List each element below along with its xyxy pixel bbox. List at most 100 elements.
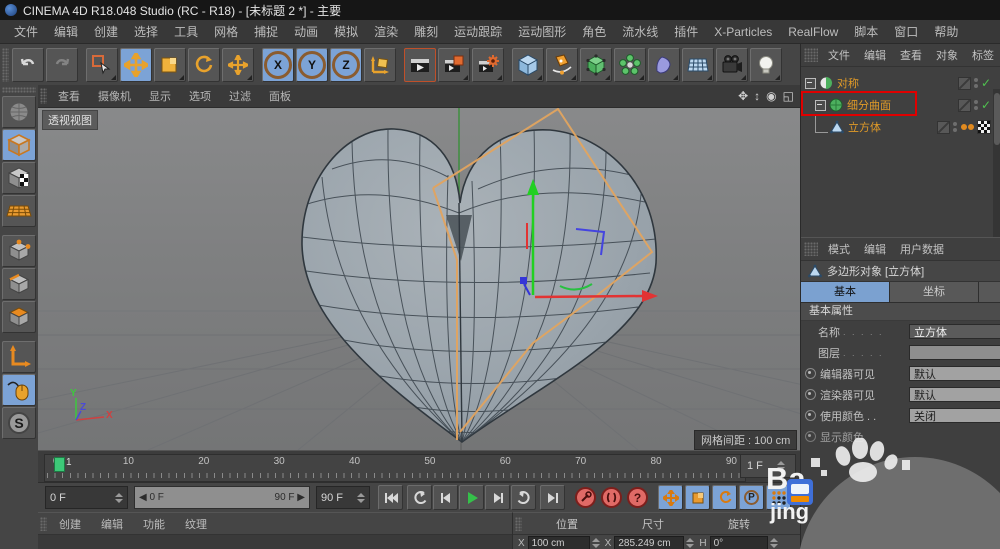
om-menu-item[interactable]: 编辑 bbox=[857, 47, 893, 63]
render-view-button[interactable] bbox=[404, 48, 436, 82]
object-manager-drag-handle[interactable] bbox=[804, 48, 818, 62]
material-menu-item[interactable]: 纹理 bbox=[175, 516, 217, 532]
enable-axis-button[interactable] bbox=[2, 341, 36, 373]
next-frame-button[interactable] bbox=[485, 485, 510, 510]
mograph-generators-button[interactable] bbox=[614, 48, 646, 82]
axis-lock-z-button[interactable]: Z bbox=[330, 48, 362, 82]
render-settings-button[interactable] bbox=[472, 48, 504, 82]
size-x-field[interactable]: 285.249 cm bbox=[614, 536, 684, 549]
viewport-menu-item[interactable]: 面板 bbox=[260, 88, 300, 104]
live-selection-tool[interactable] bbox=[86, 48, 118, 82]
object-name[interactable]: 对称 bbox=[837, 75, 859, 91]
scale-tool[interactable] bbox=[154, 48, 186, 82]
menu-item[interactable]: X-Particles bbox=[706, 25, 780, 39]
layer-icon[interactable] bbox=[937, 121, 950, 134]
key-radio[interactable] bbox=[805, 368, 816, 379]
object-tree-scrollbar[interactable] bbox=[993, 89, 1000, 237]
axis-lock-y-button[interactable]: Y bbox=[296, 48, 328, 82]
visibility-dots[interactable] bbox=[974, 78, 978, 88]
expand-toggle[interactable] bbox=[805, 78, 816, 89]
edges-mode-button[interactable] bbox=[2, 268, 36, 300]
viewport-menu-item[interactable]: 显示 bbox=[140, 88, 180, 104]
goto-next-key-button[interactable] bbox=[511, 485, 536, 510]
object-row-symmetry[interactable]: 对称 ✓ bbox=[801, 73, 1000, 93]
menu-item[interactable]: 插件 bbox=[666, 23, 706, 40]
viewport-rotate-icon[interactable]: ◉ bbox=[766, 89, 776, 103]
key-scale-button[interactable] bbox=[685, 485, 710, 510]
viewport-menu-item[interactable]: 选项 bbox=[180, 88, 220, 104]
viewport-toggle-layout-icon[interactable]: ◱ bbox=[783, 89, 794, 103]
viewport-pan-icon[interactable]: ✥ bbox=[738, 89, 748, 103]
material-menu-item[interactable]: 功能 bbox=[133, 516, 175, 532]
camera-button[interactable] bbox=[716, 48, 748, 82]
subdivision-surface-button[interactable] bbox=[580, 48, 612, 82]
material-menu-item[interactable]: 编辑 bbox=[91, 516, 133, 532]
autokey-button[interactable] bbox=[601, 487, 622, 508]
polygons-mode-button[interactable] bbox=[2, 301, 36, 333]
position-x-field[interactable]: 100 cm bbox=[528, 536, 590, 549]
redo-button[interactable] bbox=[46, 48, 78, 82]
menu-item[interactable]: 窗口 bbox=[886, 23, 926, 40]
timeline-ruler[interactable]: 0102030405060708090 1 bbox=[44, 454, 746, 482]
deformer-button[interactable] bbox=[648, 48, 680, 82]
menu-item[interactable]: 选择 bbox=[126, 23, 166, 40]
timeline-playhead[interactable] bbox=[54, 457, 65, 472]
start-frame-field[interactable]: 0 F bbox=[45, 486, 128, 509]
rotate-tool[interactable] bbox=[188, 48, 220, 82]
visibility-dots[interactable] bbox=[953, 122, 957, 132]
texture-tag-icon[interactable] bbox=[977, 120, 991, 134]
om-menu-item[interactable]: 标签 bbox=[965, 47, 1000, 63]
key-radio[interactable] bbox=[805, 389, 816, 400]
key-rotation-button[interactable] bbox=[712, 485, 737, 510]
undo-button[interactable] bbox=[12, 48, 44, 82]
menu-item[interactable]: 网格 bbox=[206, 23, 246, 40]
enabled-check-icon[interactable]: ✓ bbox=[981, 76, 991, 90]
menu-item[interactable]: RealFlow bbox=[780, 25, 846, 39]
editor-visibility-dropdown[interactable]: 默认 bbox=[909, 366, 1000, 381]
add-primitive-cube-button[interactable] bbox=[512, 48, 544, 82]
gizmo-x-axis[interactable] bbox=[535, 296, 642, 297]
key-parameter-button[interactable]: P bbox=[739, 485, 764, 510]
material-menu-item[interactable]: 创建 bbox=[49, 516, 91, 532]
material-manager-drag-handle[interactable] bbox=[40, 517, 47, 531]
make-editable-button[interactable] bbox=[2, 96, 36, 128]
toolbar-drag-handle[interactable] bbox=[2, 48, 9, 82]
visibility-dots[interactable] bbox=[974, 100, 978, 110]
am-menu-item[interactable]: 模式 bbox=[821, 241, 857, 257]
tab-basic[interactable]: 基本 bbox=[801, 282, 890, 302]
key-position-button[interactable] bbox=[658, 485, 683, 510]
object-name[interactable]: 立方体 bbox=[848, 119, 881, 135]
model-mode-button[interactable] bbox=[2, 129, 36, 161]
snap-button[interactable]: S bbox=[2, 407, 36, 439]
move-tool[interactable] bbox=[120, 48, 152, 82]
menu-item[interactable]: 编辑 bbox=[46, 23, 86, 40]
menu-item[interactable]: 运动跟踪 bbox=[446, 23, 510, 40]
am-menu-item[interactable]: 用户数据 bbox=[893, 241, 951, 257]
play-button[interactable] bbox=[459, 485, 484, 510]
om-menu-item[interactable]: 查看 bbox=[893, 47, 929, 63]
goto-previous-key-button[interactable] bbox=[407, 485, 432, 510]
enabled-check-icon[interactable]: ✓ bbox=[981, 98, 991, 112]
menu-item[interactable]: 帮助 bbox=[926, 23, 966, 40]
menu-item[interactable]: 脚本 bbox=[846, 23, 886, 40]
current-frame-field[interactable]: 1 F bbox=[740, 454, 796, 478]
coordinates-drag-handle[interactable] bbox=[515, 517, 522, 531]
viewport-zoom-icon[interactable]: ↕ bbox=[754, 89, 760, 103]
menu-item[interactable]: 文件 bbox=[6, 23, 46, 40]
menu-item[interactable]: 运动图形 bbox=[510, 23, 574, 40]
am-menu-item[interactable]: 编辑 bbox=[857, 241, 893, 257]
coordinate-system-button[interactable] bbox=[364, 48, 396, 82]
last-tool-button[interactable] bbox=[222, 48, 254, 82]
tab-coordinates[interactable]: 坐标 bbox=[890, 282, 979, 302]
layer-icon[interactable] bbox=[958, 99, 971, 112]
record-active-objects-button[interactable] bbox=[575, 487, 596, 508]
goto-start-button[interactable] bbox=[378, 485, 403, 510]
material-list-area[interactable] bbox=[38, 535, 512, 549]
key-radio[interactable] bbox=[805, 410, 816, 421]
basic-properties-section[interactable]: 基本属性 bbox=[801, 303, 1000, 321]
layer-icon[interactable] bbox=[958, 77, 971, 90]
gizmo-z-axis-dot[interactable] bbox=[520, 277, 527, 284]
key-pla-button[interactable] bbox=[766, 485, 791, 510]
viewport-menu-item[interactable]: 过滤 bbox=[220, 88, 260, 104]
mode-toolbar-drag-handle[interactable] bbox=[2, 87, 36, 93]
